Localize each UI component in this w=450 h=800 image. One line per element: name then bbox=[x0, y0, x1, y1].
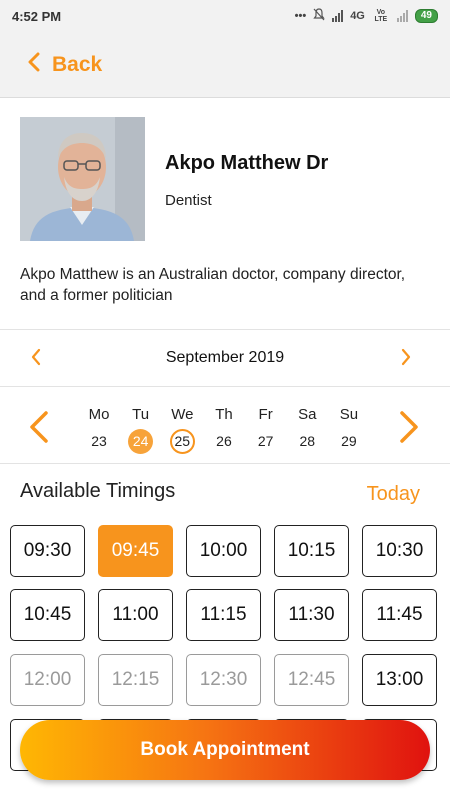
day-0[interactable]: Mo 23 bbox=[80, 406, 118, 454]
prev-week-button[interactable] bbox=[28, 410, 50, 449]
time-slot[interactable]: 10:15 bbox=[274, 525, 349, 577]
time-slot-disabled: 12:30 bbox=[186, 654, 261, 706]
day-4[interactable]: Fr 27 bbox=[247, 406, 285, 454]
timings-header: Available Timings Today bbox=[20, 480, 430, 510]
time-slot[interactable]: 11:15 bbox=[186, 589, 261, 641]
week-days: Mo 23 Tu 24 We 25 Th 26 Fr 27 Sa 28 Su 29 bbox=[80, 406, 368, 454]
app-header: Back bbox=[0, 32, 450, 98]
day-number: 27 bbox=[257, 433, 274, 449]
notification-dots: ••• bbox=[294, 10, 307, 22]
day-2[interactable]: We 25 bbox=[163, 406, 201, 454]
today-button[interactable]: Today bbox=[367, 483, 420, 506]
status-icons: ••• 4G Vo LTE 49 bbox=[295, 8, 438, 24]
day-3[interactable]: Th 26 bbox=[205, 406, 243, 454]
doctor-role: Dentist bbox=[165, 192, 212, 209]
month-label: September 2019 bbox=[165, 349, 285, 366]
time-slot-disabled: 12:00 bbox=[10, 654, 85, 706]
day-number: 29 bbox=[341, 433, 357, 449]
day-number-selected: 24 bbox=[128, 429, 154, 454]
day-5[interactable]: Sa 28 bbox=[288, 406, 326, 454]
next-month-button[interactable] bbox=[400, 347, 412, 372]
week-selector: Mo 23 Tu 24 We 25 Th 26 Fr 27 Sa 28 Su 29 bbox=[0, 388, 450, 464]
doctor-name: Akpo Matthew Dr bbox=[165, 152, 329, 174]
month-selector: September 2019 bbox=[0, 330, 450, 387]
day-number: 26 bbox=[216, 433, 232, 449]
day-6[interactable]: Su 29 bbox=[330, 406, 368, 454]
day-1[interactable]: Tu 24 bbox=[122, 406, 160, 454]
battery-icon: 49 bbox=[414, 9, 438, 23]
status-bar: 4:52 PM ••• 4G Vo LTE 49 bbox=[0, 0, 450, 32]
day-name: We bbox=[171, 406, 194, 423]
day-number: 23 bbox=[91, 433, 107, 449]
time-slot[interactable]: 11:45 bbox=[362, 589, 437, 641]
back-button[interactable]: Back bbox=[28, 52, 102, 78]
timings-title: Available Timings bbox=[20, 480, 176, 502]
day-number-today: 25 bbox=[169, 429, 195, 454]
day-name: Su bbox=[339, 406, 359, 423]
day-name: Tu bbox=[132, 406, 150, 423]
chevron-left-icon bbox=[28, 52, 40, 78]
day-number: 28 bbox=[299, 433, 316, 449]
time-slot[interactable]: 10:45 bbox=[10, 589, 85, 641]
day-name: Th bbox=[215, 406, 233, 423]
chevron-right-icon bbox=[401, 348, 411, 366]
back-label: Back bbox=[52, 52, 103, 76]
day-name: Mo bbox=[88, 406, 110, 423]
time-slot[interactable]: 10:00 bbox=[186, 525, 261, 577]
network-type: 4G bbox=[350, 10, 365, 22]
prev-month-button[interactable] bbox=[30, 347, 42, 372]
status-time: 4:52 PM bbox=[12, 8, 62, 24]
chevron-left-icon bbox=[30, 411, 48, 443]
time-slot[interactable]: 10:30 bbox=[362, 525, 437, 577]
next-week-button[interactable] bbox=[398, 410, 420, 449]
signal-secondary-icon bbox=[396, 10, 408, 22]
time-slot-selected[interactable]: 09:45 bbox=[98, 525, 173, 577]
time-slot-disabled: 12:45 bbox=[274, 654, 349, 706]
mute-icon bbox=[313, 8, 325, 24]
chevron-right-icon bbox=[400, 411, 418, 443]
time-slot[interactable]: 11:00 bbox=[98, 589, 173, 641]
book-appointment-button[interactable]: Book Appointment bbox=[20, 720, 430, 780]
time-slot[interactable]: 13:00 bbox=[362, 654, 437, 706]
time-slot[interactable]: 11:30 bbox=[274, 589, 349, 641]
chevron-left-icon bbox=[31, 348, 41, 366]
day-name: Sa bbox=[298, 406, 317, 423]
day-name: Fr bbox=[258, 406, 273, 423]
volte-label: Vo LTE bbox=[374, 9, 388, 23]
time-slot[interactable]: 09:30 bbox=[10, 525, 85, 577]
doctor-profile: Akpo Matthew Dr Dentist Akpo Matthew is … bbox=[0, 98, 450, 330]
doctor-bio: Akpo Matthew is an Australian doctor, co… bbox=[20, 266, 406, 304]
time-slot-disabled: 12:15 bbox=[98, 654, 173, 706]
doctor-avatar bbox=[20, 117, 145, 241]
signal-icon bbox=[332, 10, 344, 22]
